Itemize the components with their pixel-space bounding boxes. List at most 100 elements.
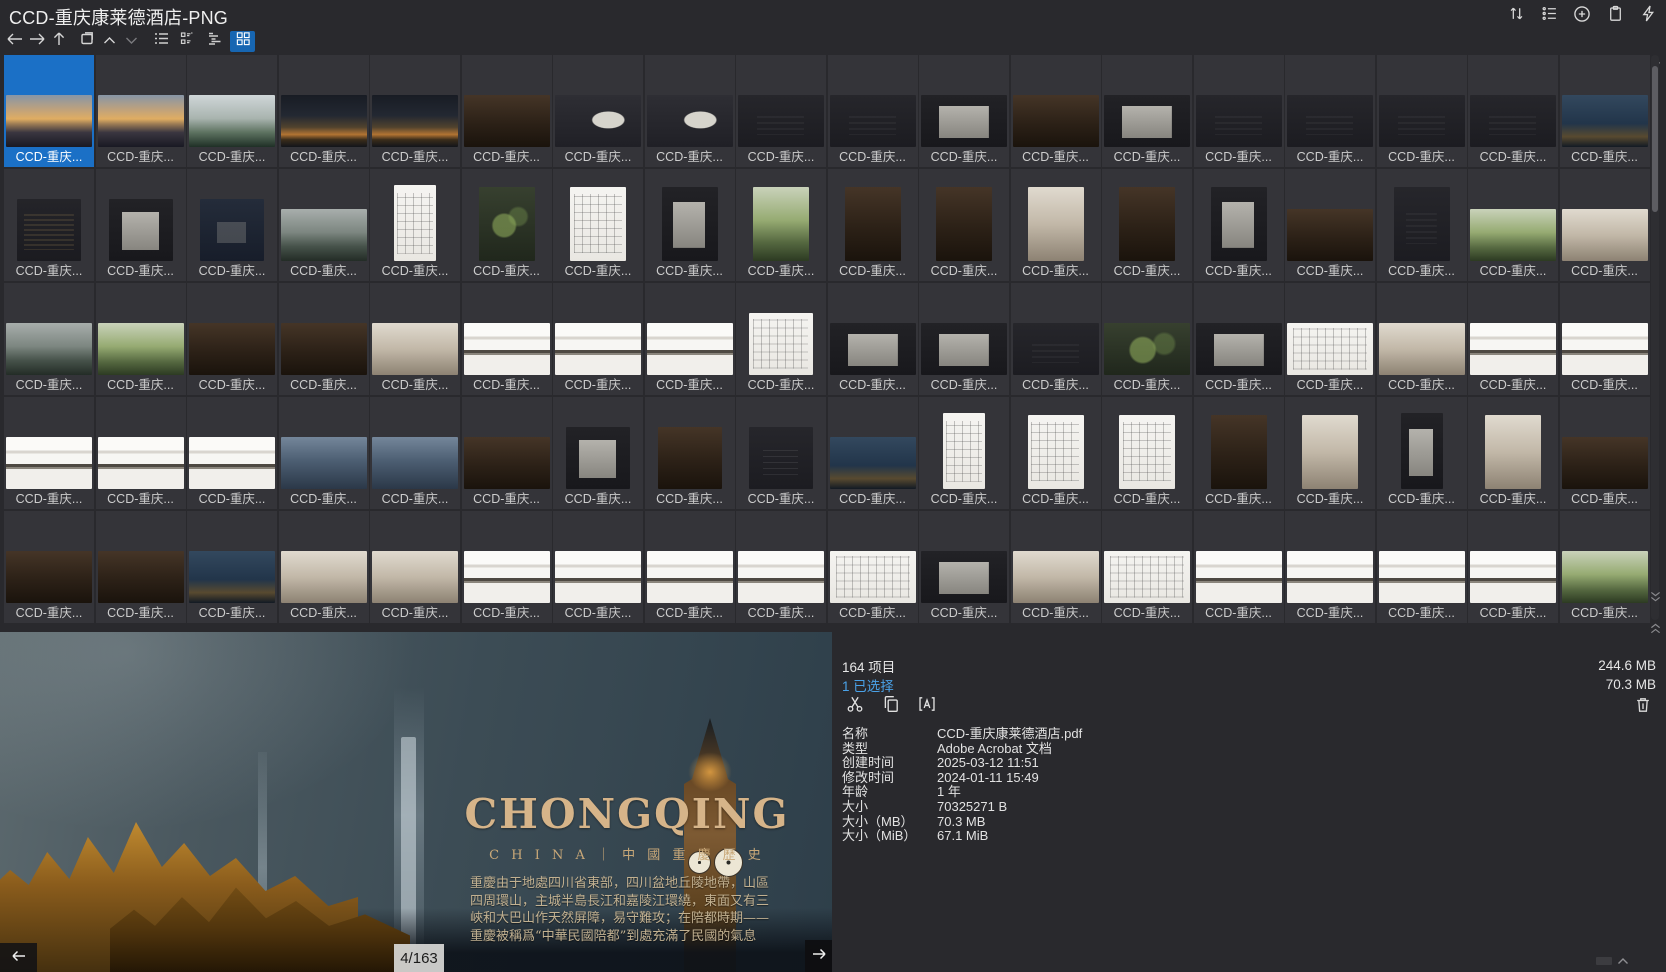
group-by-button[interactable] bbox=[1539, 6, 1559, 26]
grid-item[interactable]: CCD-重庆... bbox=[553, 283, 643, 395]
grid-item[interactable]: CCD-重庆... bbox=[553, 511, 643, 623]
collapse-grid-icon[interactable] bbox=[1650, 590, 1661, 609]
grid-item[interactable]: CCD-重庆... bbox=[736, 283, 826, 395]
grid-item[interactable]: CCD-重庆... bbox=[736, 55, 826, 167]
grid-item[interactable]: CCD-重庆... bbox=[1377, 283, 1467, 395]
sort-button[interactable] bbox=[1506, 6, 1526, 26]
back-button[interactable] bbox=[4, 30, 26, 52]
grid-item[interactable]: CCD-重庆... bbox=[1560, 55, 1650, 167]
grid-item[interactable]: CCD-重庆... bbox=[1468, 55, 1558, 167]
grid-item[interactable]: CCD-重庆... bbox=[462, 511, 552, 623]
grid-item[interactable]: CCD-重庆... bbox=[919, 511, 1009, 623]
grid-item[interactable]: CCD-重庆... bbox=[1102, 55, 1192, 167]
grid-item[interactable]: CCD-重庆... bbox=[1560, 283, 1650, 395]
grid-item[interactable]: CCD-重庆... bbox=[1102, 397, 1192, 509]
grid-item[interactable]: CCD-重庆... bbox=[1194, 283, 1284, 395]
grid-item[interactable]: CCD-重庆... bbox=[4, 55, 94, 167]
grid-item[interactable]: CCD-重庆... bbox=[1285, 169, 1375, 281]
grid-item[interactable]: CCD-重庆... bbox=[96, 55, 186, 167]
grid-item[interactable]: CCD-重庆... bbox=[1560, 169, 1650, 281]
cut-button[interactable] bbox=[842, 692, 868, 718]
grid-item[interactable]: CCD-重庆... bbox=[919, 397, 1009, 509]
forward-button[interactable] bbox=[26, 30, 48, 52]
statusbar-expand-icon[interactable] bbox=[1617, 952, 1629, 970]
grid-item[interactable]: CCD-重庆... bbox=[1194, 55, 1284, 167]
grid-item[interactable]: CCD-重庆... bbox=[1102, 169, 1192, 281]
grid-item[interactable]: CCD-重庆... bbox=[462, 397, 552, 509]
paste-button[interactable] bbox=[1605, 6, 1625, 26]
grid-item[interactable]: CCD-重庆... bbox=[1011, 397, 1101, 509]
grid-item[interactable]: CCD-重庆... bbox=[736, 511, 826, 623]
grid-item[interactable]: CCD-重庆... bbox=[1560, 511, 1650, 623]
grid-item[interactable]: CCD-重庆... bbox=[462, 169, 552, 281]
grid-item[interactable]: CCD-重庆... bbox=[1285, 397, 1375, 509]
grid-item[interactable]: CCD-重庆... bbox=[1011, 55, 1101, 167]
grid-item[interactable]: CCD-重庆... bbox=[279, 283, 369, 395]
next-page-button[interactable] bbox=[805, 940, 832, 972]
grid-item[interactable]: CCD-重庆... bbox=[1194, 169, 1284, 281]
grid-item[interactable]: CCD-重庆... bbox=[1285, 511, 1375, 623]
grid-item[interactable]: CCD-重庆... bbox=[919, 55, 1009, 167]
view-content-button[interactable] bbox=[203, 31, 228, 52]
grid-item[interactable]: CCD-重庆... bbox=[1377, 397, 1467, 509]
grid-item[interactable]: CCD-重庆... bbox=[4, 169, 94, 281]
grid-item[interactable]: CCD-重庆... bbox=[1468, 283, 1558, 395]
grid-item[interactable]: CCD-重庆... bbox=[645, 397, 735, 509]
delete-button[interactable] bbox=[1631, 694, 1655, 718]
grid-item[interactable]: CCD-重庆... bbox=[1468, 169, 1558, 281]
grid-item[interactable]: CCD-重庆... bbox=[645, 169, 735, 281]
grid-item[interactable]: CCD-重庆... bbox=[370, 283, 460, 395]
grid-item[interactable]: CCD-重庆... bbox=[645, 55, 735, 167]
grid-item[interactable]: CCD-重庆... bbox=[828, 511, 918, 623]
grid-item[interactable]: CCD-重庆... bbox=[1011, 283, 1101, 395]
grid-item[interactable]: CCD-重庆... bbox=[736, 397, 826, 509]
grid-item[interactable]: CCD-重庆... bbox=[1102, 511, 1192, 623]
grid-item[interactable]: CCD-重庆... bbox=[187, 55, 277, 167]
grid-item[interactable]: CCD-重庆... bbox=[1285, 55, 1375, 167]
grid-item[interactable]: CCD-重庆... bbox=[187, 397, 277, 509]
grid-item[interactable]: CCD-重庆... bbox=[370, 169, 460, 281]
grid-item[interactable]: CCD-重庆... bbox=[279, 169, 369, 281]
grid-item[interactable]: CCD-重庆... bbox=[919, 283, 1009, 395]
grid-item[interactable]: CCD-重庆... bbox=[553, 55, 643, 167]
grid-item[interactable]: CCD-重庆... bbox=[645, 283, 735, 395]
grid-item[interactable]: CCD-重庆... bbox=[1468, 397, 1558, 509]
grid-item[interactable]: CCD-重庆... bbox=[1194, 397, 1284, 509]
grid-item[interactable]: CCD-重庆... bbox=[370, 511, 460, 623]
add-button[interactable] bbox=[1572, 6, 1592, 26]
grid-item[interactable]: CCD-重庆... bbox=[279, 511, 369, 623]
grid-item[interactable]: CCD-重庆... bbox=[279, 397, 369, 509]
grid-item[interactable]: CCD-重庆... bbox=[279, 55, 369, 167]
grid-item[interactable]: CCD-重庆... bbox=[462, 55, 552, 167]
grid-item[interactable]: CCD-重庆... bbox=[96, 397, 186, 509]
grid-item[interactable]: CCD-重庆... bbox=[1285, 283, 1375, 395]
view-grid-button[interactable] bbox=[230, 31, 255, 52]
grid-item[interactable]: CCD-重庆... bbox=[96, 283, 186, 395]
grid-item[interactable]: CCD-重庆... bbox=[828, 55, 918, 167]
grid-item[interactable]: CCD-重庆... bbox=[187, 283, 277, 395]
grid-item[interactable]: CCD-重庆... bbox=[4, 397, 94, 509]
grid-item[interactable]: CCD-重庆... bbox=[1377, 55, 1467, 167]
refresh-button[interactable] bbox=[76, 30, 98, 52]
grid-item[interactable]: CCD-重庆... bbox=[1377, 169, 1467, 281]
actions-button[interactable] bbox=[1638, 6, 1658, 26]
grid-scrollbar-thumb[interactable] bbox=[1652, 66, 1658, 212]
expand-down-button[interactable] bbox=[120, 30, 142, 52]
grid-item[interactable]: CCD-重庆... bbox=[96, 511, 186, 623]
grid-item[interactable]: CCD-重庆... bbox=[370, 55, 460, 167]
rename-button[interactable] bbox=[914, 692, 940, 718]
grid-item[interactable]: CCD-重庆... bbox=[4, 283, 94, 395]
grid-item[interactable]: CCD-重庆... bbox=[1377, 511, 1467, 623]
prev-page-button[interactable] bbox=[0, 943, 37, 972]
grid-item[interactable]: CCD-重庆... bbox=[1011, 169, 1101, 281]
grid-item[interactable]: CCD-重庆... bbox=[553, 169, 643, 281]
grid-item[interactable]: CCD-重庆... bbox=[828, 283, 918, 395]
grid-item[interactable]: CCD-重庆... bbox=[645, 511, 735, 623]
up-button[interactable] bbox=[48, 30, 70, 52]
view-details-button[interactable] bbox=[176, 31, 201, 52]
grid-item[interactable]: CCD-重庆... bbox=[1560, 397, 1650, 509]
view-list-button[interactable] bbox=[149, 31, 174, 52]
grid-item[interactable]: CCD-重庆... bbox=[1102, 283, 1192, 395]
grid-item[interactable]: CCD-重庆... bbox=[1194, 511, 1284, 623]
grid-item[interactable]: CCD-重庆... bbox=[187, 511, 277, 623]
